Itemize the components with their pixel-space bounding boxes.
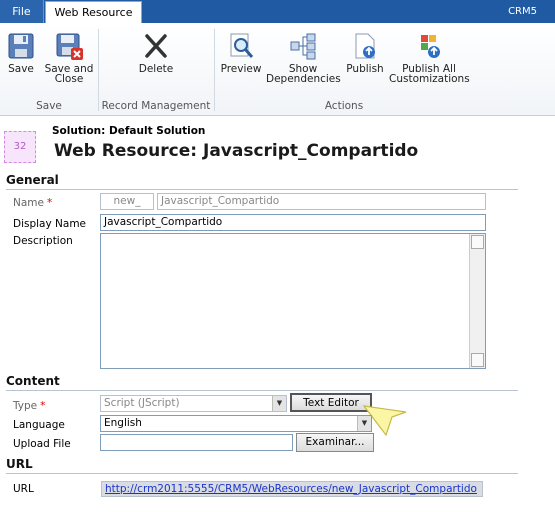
url-link[interactable]: http://crm2011:5555/CRM5/WebResources/ne… [101, 481, 483, 497]
section-general-title: General [6, 173, 59, 187]
ribbon-separator [98, 29, 99, 111]
language-select-value: English [104, 417, 142, 429]
section-url-title: URL [6, 457, 33, 471]
type-label: Type * [13, 400, 45, 412]
scroll-down-arrow[interactable] [471, 353, 484, 367]
ribbon-tab-bar: File Web Resource CRM5 [0, 0, 555, 24]
section-content-title: Content [6, 374, 60, 388]
publish-all-button[interactable]: Publish All Customizations [389, 31, 470, 85]
preview-magnifier-icon [230, 33, 254, 58]
publish-label: Publish [346, 63, 384, 75]
type-label-text: Type [13, 400, 38, 412]
display-name-input[interactable]: Javascript_Compartido [100, 214, 486, 231]
delete-x-icon [145, 34, 167, 58]
language-label: Language [13, 419, 65, 431]
name-label: Name * [13, 197, 52, 209]
publish-all-label-2: Customizations [389, 73, 470, 85]
solution-label: Solution: Default Solution [52, 125, 206, 137]
save-label: Save [8, 63, 34, 75]
group-actions-label: Actions [324, 100, 364, 112]
tab-file[interactable]: File [0, 0, 44, 23]
page-title: Web Resource: Javascript_Compartido [54, 141, 419, 161]
language-select[interactable]: English ▼ [100, 415, 372, 432]
section-divider [6, 390, 518, 391]
publish-button[interactable]: Publish [344, 31, 386, 74]
tab-web-resource[interactable]: Web Resource [45, 1, 142, 24]
delete-label: Delete [138, 63, 174, 75]
save-and-close-button[interactable]: Save and Close [44, 31, 94, 84]
scroll-up-arrow[interactable] [471, 235, 484, 249]
save-close-label-2: Close [54, 73, 84, 85]
required-asterisk: * [46, 197, 53, 209]
description-label: Description [13, 235, 73, 247]
text-editor-button[interactable]: Text Editor [290, 393, 372, 412]
required-asterisk: * [40, 400, 46, 412]
description-scrollbar[interactable] [469, 234, 485, 368]
ribbon: Save Save and Close Delete Preview Show … [0, 23, 555, 116]
section-divider [6, 473, 518, 474]
show-dependencies-button[interactable]: Show Dependencies [266, 31, 341, 85]
preview-label: Preview [220, 63, 262, 75]
group-record-management-label: Record Management [101, 100, 211, 112]
dropdown-arrow-icon[interactable]: ▼ [357, 416, 371, 431]
save-close-icon [56, 33, 83, 60]
delete-button[interactable]: Delete [135, 31, 177, 74]
name-prefix-field: new_ [100, 193, 154, 210]
show-dep-label-2: Dependencies [266, 73, 341, 85]
url-label: URL [13, 483, 34, 495]
preview-button[interactable]: Preview [220, 31, 262, 74]
name-field: Javascript_Compartido [157, 193, 486, 210]
dependencies-icon [290, 33, 316, 60]
upload-file-input[interactable] [100, 434, 293, 451]
display-name-label: Display Name [13, 218, 87, 230]
floppy-disk-icon [8, 33, 34, 59]
type-select: Script (JScript) ▼ [100, 395, 287, 412]
publish-icon [355, 33, 375, 59]
group-save-label: Save [36, 100, 62, 112]
section-divider [6, 189, 518, 190]
ribbon-separator [214, 29, 215, 111]
browse-button[interactable]: Examinar... [296, 433, 374, 452]
upload-file-label: Upload File [13, 438, 71, 450]
type-select-value: Script (JScript) [104, 397, 180, 409]
org-name: CRM5 [508, 6, 537, 17]
entity-icon: 32 [4, 131, 36, 163]
name-label-text: Name [13, 197, 44, 209]
save-button[interactable]: Save [4, 31, 38, 74]
description-textarea[interactable] [100, 233, 486, 369]
publish-all-icon [421, 35, 440, 58]
dropdown-arrow-icon: ▼ [272, 396, 286, 411]
